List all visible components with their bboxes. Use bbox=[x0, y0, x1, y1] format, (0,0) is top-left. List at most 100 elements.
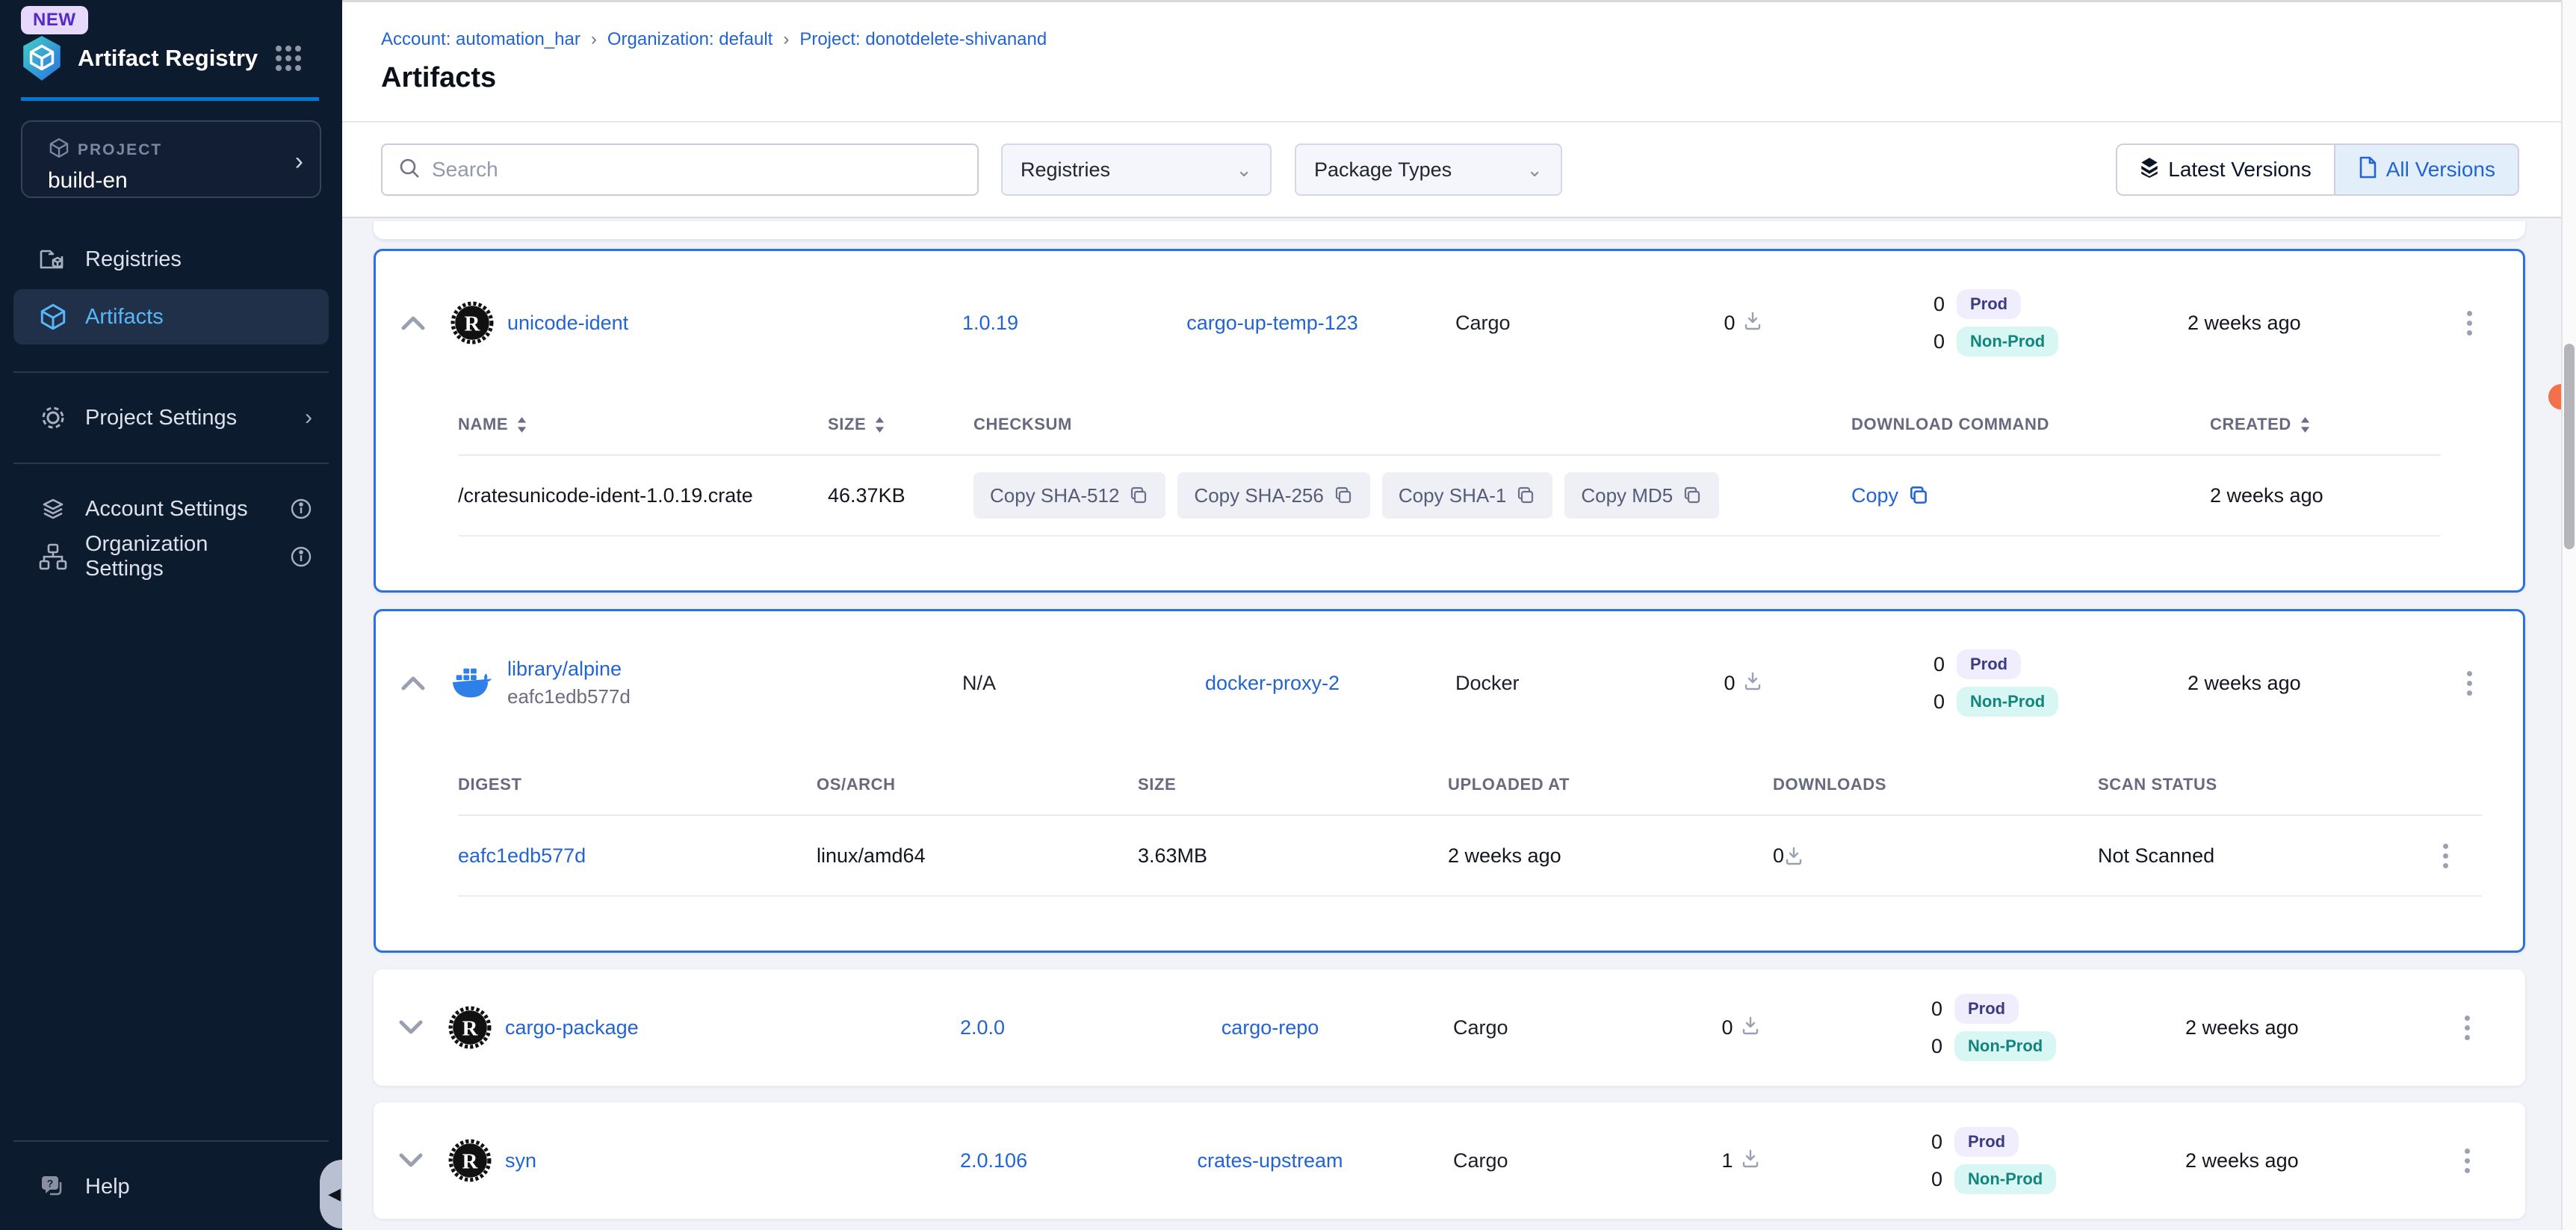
new-badge: NEW bbox=[21, 6, 88, 34]
column-header[interactable]: SIZE bbox=[828, 415, 973, 434]
nonprod-badge: Non-Prod bbox=[1957, 327, 2058, 356]
help-button[interactable]: ? Help bbox=[0, 1163, 342, 1211]
sidebar-item-account-settings[interactable]: Account Settings bbox=[0, 485, 342, 533]
digest-cell: eafc1edb577d bbox=[458, 844, 817, 868]
column-header[interactable]: NAME bbox=[458, 415, 828, 434]
registries-filter-dropdown[interactable]: Registries ⌄ bbox=[1001, 143, 1272, 196]
chevron-up-icon bbox=[400, 675, 426, 691]
info-icon[interactable] bbox=[290, 498, 312, 520]
artifact-name-link[interactable]: unicode-ident bbox=[507, 312, 628, 335]
artifact-name-link[interactable]: syn bbox=[505, 1149, 536, 1172]
sidebar-item-label: Account Settings bbox=[85, 497, 248, 522]
downloads-count: 0 bbox=[1724, 312, 1735, 335]
sidebar-item-organization-settings[interactable]: Organization Settings bbox=[0, 533, 342, 581]
artifact-registry-link[interactable]: docker-proxy-2 bbox=[1205, 672, 1340, 695]
prod-badge-line: 0Prod bbox=[1855, 649, 2021, 679]
artifact-summary-row: library/alpineeafc1edb577d N/A docker-prox… bbox=[376, 611, 2523, 755]
copy-download-command-button[interactable]: Copy bbox=[1851, 484, 1930, 507]
svg-text:R: R bbox=[465, 312, 481, 336]
expand-toggle-button[interactable] bbox=[374, 1152, 448, 1169]
breadcrumb-project-link[interactable]: Project: donotdelete-shivanand bbox=[799, 29, 1047, 50]
nonprod-count: 0 bbox=[1855, 330, 1945, 353]
scrollbar-thumb[interactable] bbox=[2564, 344, 2575, 549]
app-switcher-grid-icon[interactable] bbox=[273, 43, 303, 73]
copy-checksum-button[interactable]: Copy SHA-256 bbox=[1177, 472, 1369, 519]
expand-toggle-button[interactable] bbox=[376, 675, 451, 691]
copy-checksum-button[interactable]: Copy MD5 bbox=[1564, 472, 1719, 519]
digest-link[interactable]: eafc1edb577d bbox=[458, 844, 586, 868]
nonprod-count: 0 bbox=[1853, 1035, 1942, 1058]
sidebar-item-artifacts[interactable]: Artifacts bbox=[13, 289, 329, 344]
artifact-type: Cargo bbox=[1405, 1016, 1629, 1039]
rust-icon: R bbox=[451, 301, 494, 344]
artifact-name-cell: library/alpineeafc1edb577d bbox=[451, 658, 869, 708]
help-chat-icon: ? bbox=[37, 1171, 69, 1202]
svg-text:?: ? bbox=[47, 1178, 54, 1190]
package-types-filter-dropdown[interactable]: Package Types ⌄ bbox=[1295, 143, 1562, 196]
copy-checksum-button[interactable]: Copy SHA-512 bbox=[973, 472, 1165, 519]
scrollbar-track[interactable] bbox=[2561, 0, 2576, 1230]
manifest-table-row: eafc1edb577dlinux/amd643.63MB2 weeks ago… bbox=[458, 816, 2482, 897]
sidebar-collapse-handle[interactable]: ◀ bbox=[320, 1160, 342, 1229]
latest-versions-label: Latest Versions bbox=[2168, 158, 2311, 182]
artifact-name-link[interactable]: cargo-package bbox=[505, 1016, 639, 1039]
kebab-menu-button[interactable] bbox=[2413, 1149, 2521, 1173]
column-header[interactable]: CREATED bbox=[2210, 415, 2445, 434]
search-input[interactable] bbox=[432, 158, 962, 182]
artifact-version-link[interactable]: 2.0.106 bbox=[960, 1149, 1027, 1172]
artifact-version-link[interactable]: 1.0.19 bbox=[962, 312, 1018, 335]
expand-toggle-button[interactable] bbox=[374, 1019, 448, 1036]
rust-icon: R bbox=[448, 1139, 492, 1182]
expand-toggle-button[interactable] bbox=[376, 315, 451, 331]
kebab-menu-button[interactable] bbox=[2413, 1016, 2521, 1040]
chevron-right-icon: › bbox=[305, 405, 312, 430]
search-icon bbox=[397, 156, 421, 184]
breadcrumb-account-link[interactable]: Account: automation_har bbox=[381, 29, 580, 50]
prod-count: 0 bbox=[1855, 653, 1945, 676]
kebab-menu-button[interactable] bbox=[2415, 311, 2523, 336]
manifest-table: DIGESTOS/ARCHSIZEUPLOADED ATDOWNLOADSSCA… bbox=[458, 755, 2482, 897]
kebab-menu-button[interactable] bbox=[2404, 844, 2486, 868]
sidebar-item-label: Artifacts bbox=[85, 305, 164, 330]
sidebar-item-project-settings[interactable]: Project Settings › bbox=[0, 394, 342, 442]
rust-icon: R bbox=[448, 1139, 492, 1182]
sidebar-item-registries[interactable]: Registries bbox=[0, 235, 342, 283]
project-selector[interactable]: PROJECT build-en › bbox=[21, 120, 321, 198]
download-icon bbox=[1741, 1016, 1760, 1040]
artifact-registry-link[interactable]: crates-upstream bbox=[1197, 1149, 1343, 1172]
copy-icon bbox=[1515, 485, 1536, 506]
file-name: /cratesunicode-ident-1.0.19.crate bbox=[458, 484, 828, 507]
manifest-table-header-row: DIGESTOS/ARCHSIZEUPLOADED ATDOWNLOADSSCA… bbox=[458, 755, 2482, 816]
nonprod-badge-line: 0Non-Prod bbox=[1855, 687, 2058, 717]
os-arch: linux/amd64 bbox=[817, 844, 1138, 868]
copy-checksum-button[interactable]: Copy SHA-1 bbox=[1382, 472, 1553, 519]
nonprod-badge: Non-Prod bbox=[1954, 1031, 2056, 1061]
artifact-registry-link[interactable]: cargo-repo bbox=[1222, 1016, 1319, 1039]
column-header: SIZE bbox=[1138, 775, 1448, 794]
artifact-version: N/A bbox=[962, 672, 996, 695]
logo-underline bbox=[21, 97, 319, 101]
all-versions-label: All Versions bbox=[2386, 158, 2495, 182]
deployment-badges: 0Prod0Non-Prod bbox=[1853, 1127, 2167, 1194]
download-command-cell: Copy bbox=[1851, 484, 2210, 507]
all-versions-button[interactable]: All Versions bbox=[2334, 145, 2518, 194]
latest-versions-button[interactable]: Latest Versions bbox=[2117, 145, 2333, 194]
artifact-type: Cargo bbox=[1407, 312, 1631, 335]
artifact-name-lines: library/alpineeafc1edb577d bbox=[507, 658, 631, 708]
rust-icon: R bbox=[448, 1006, 492, 1049]
artifact-name-lines: unicode-ident bbox=[507, 312, 628, 335]
sidebar-item-label: Project Settings bbox=[85, 406, 237, 430]
column-header: DOWNLOAD COMMAND bbox=[1851, 415, 2210, 434]
artifact-version-link[interactable]: 2.0.0 bbox=[960, 1016, 1005, 1039]
kebab-menu-icon bbox=[2443, 844, 2448, 868]
artifact-registry-link[interactable]: cargo-up-temp-123 bbox=[1186, 312, 1358, 335]
artifact-name-link[interactable]: library/alpine bbox=[507, 658, 631, 681]
artifact-summary-row: Rsyn2.0.106crates-upstreamCargo10Prod0No… bbox=[374, 1127, 2525, 1194]
kebab-menu-button[interactable] bbox=[2415, 671, 2523, 696]
artifact-card: Rcargo-package2.0.0cargo-repoCargo00Prod… bbox=[374, 969, 2525, 1086]
search-box[interactable] bbox=[381, 143, 979, 196]
artifact-list: Runicode-ident 1.0.19 cargo-up-temp-123 Car… bbox=[342, 218, 2576, 1230]
info-icon[interactable] bbox=[290, 546, 312, 568]
breadcrumb-organization-link[interactable]: Organization: default bbox=[607, 29, 773, 50]
checksum-buttons: Copy SHA-512 Copy SHA-256 Copy SHA-1Copy M… bbox=[973, 472, 1851, 519]
